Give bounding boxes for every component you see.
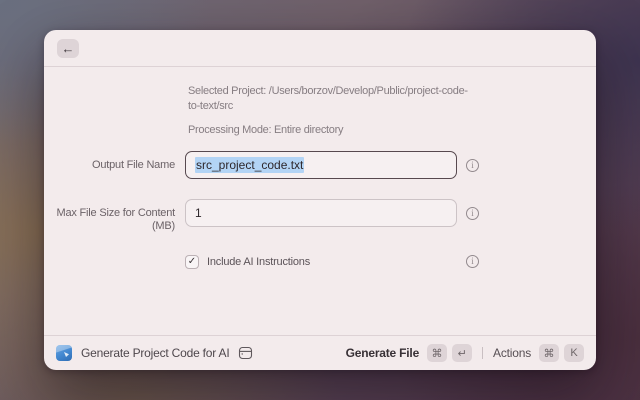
form-content: Selected Project: /Users/borzov/Develop/… [44, 67, 596, 335]
cmd-key-badge: ⌘ [427, 344, 448, 362]
action-bar: Generate Project Code for AI Generate Fi… [44, 335, 596, 370]
dialog-window: ← Selected Project: /Users/borzov/Develo… [44, 30, 596, 370]
generate-file-label: Generate File [345, 346, 420, 360]
command-title: Generate Project Code for AI [81, 346, 230, 360]
return-key-badge: ↵ [452, 344, 473, 362]
back-button[interactable]: ← [57, 38, 79, 58]
form: Output File Name src_project_code.txt i … [44, 151, 596, 269]
checkbox-checked-icon: ✓ [185, 255, 199, 269]
include-ai-checkbox[interactable]: ✓ Include AI Instructions [185, 253, 457, 269]
info-icon: i [466, 255, 479, 268]
description-block: Selected Project: /Users/borzov/Develop/… [188, 84, 470, 138]
output-file-label: Output File Name [91, 159, 175, 171]
include-ai-label: Include AI Instructions [207, 256, 311, 268]
cmd-key-badge: ⌘ [539, 344, 559, 362]
max-file-size-value: 1 [195, 206, 202, 220]
max-file-size-input[interactable]: 1 [185, 199, 457, 227]
processing-mode-text: Processing Mode: Entire directory [188, 124, 344, 136]
extension-icon [56, 345, 72, 361]
output-file-value: src_project_code.txt [195, 157, 305, 173]
include-ai-row: ✓ Include AI Instructions i [44, 253, 596, 269]
k-key-badge: K [564, 344, 584, 362]
max-file-size-label: Max File Size for Content (MB) [56, 207, 176, 232]
footer-divider [482, 347, 484, 359]
actions-button[interactable]: Actions ⌘ K [493, 344, 584, 362]
selected-project-text: Selected Project: /Users/borzov/Develop/… [188, 85, 468, 112]
output-file-row: Output File Name src_project_code.txt i [44, 151, 596, 179]
actions-label: Actions [493, 346, 531, 360]
window-header: ← [44, 30, 596, 67]
generate-file-button[interactable]: Generate File ⌘ ↵ [345, 344, 473, 362]
back-arrow-icon: ← [61, 40, 75, 56]
max-file-size-row: Max File Size for Content (MB) 1 i [44, 199, 596, 233]
output-file-input[interactable]: src_project_code.txt [185, 151, 457, 179]
drive-icon [238, 346, 253, 360]
info-icon: i [466, 207, 479, 220]
info-icon: i [466, 159, 479, 172]
